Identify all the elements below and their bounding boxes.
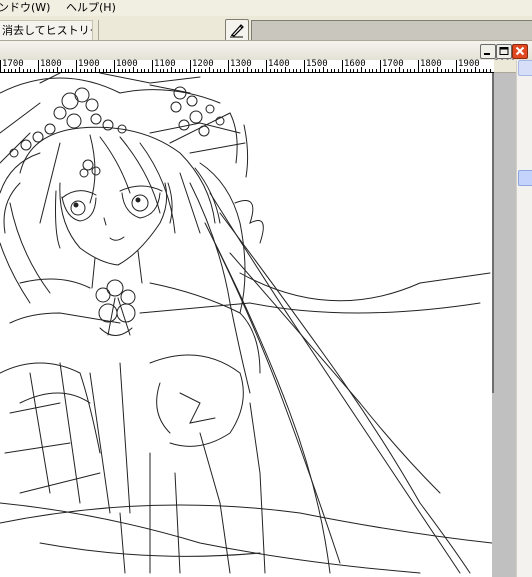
ruler-label: 1100 xyxy=(154,59,176,69)
vertical-scrollbar[interactable] xyxy=(516,60,532,577)
close-icon xyxy=(515,46,525,56)
menu-bar: ンドウ(W) ヘルプ(H) xyxy=(0,0,532,16)
ruler-label: 1600 xyxy=(344,59,366,69)
headdress-sketch xyxy=(0,73,249,178)
erase-record-history-button[interactable]: 消去してヒストリーに記録 xyxy=(0,20,93,42)
ruler-label: 1900 xyxy=(78,59,100,69)
toolbar-separator xyxy=(98,20,99,40)
maximize-icon xyxy=(499,47,509,55)
minimize-icon xyxy=(484,53,490,55)
brush-size-field[interactable] xyxy=(251,20,532,41)
ruler-label: 1400 xyxy=(268,59,290,69)
canvas-shadow xyxy=(492,73,494,393)
ruler-label: 1700 xyxy=(382,59,404,69)
ruler-label: 1500 xyxy=(306,59,328,69)
close-button[interactable] xyxy=(512,44,528,59)
ruler-label: 1900 xyxy=(458,59,480,69)
drawing-canvas[interactable] xyxy=(0,73,492,577)
ruler-label: 1700 xyxy=(2,59,24,69)
minimize-button[interactable] xyxy=(480,44,496,59)
menu-window[interactable]: ンドウ(W) xyxy=(0,0,50,16)
pen-tool-button[interactable] xyxy=(225,19,249,42)
body-sketch xyxy=(0,278,492,574)
maximize-button[interactable] xyxy=(496,44,512,59)
ruler-label: 1200 xyxy=(192,59,214,69)
ruler-corner xyxy=(494,60,516,73)
hair-sketch xyxy=(0,126,491,574)
ruler-label: 1000 xyxy=(116,59,138,69)
ruler-label: 1300 xyxy=(230,59,252,69)
ruler-label: 1800 xyxy=(420,59,442,69)
ruler-label: 1800 xyxy=(40,59,62,69)
document-title-bar xyxy=(0,40,532,61)
horizontal-ruler: 1700 1800 1900 1000 1100 1200 1300 1400 … xyxy=(0,59,516,73)
scroll-thumb[interactable] xyxy=(518,170,532,186)
scroll-up-button[interactable] xyxy=(518,60,532,76)
canvas-outside-area xyxy=(492,73,516,577)
menu-help[interactable]: ヘルプ(H) xyxy=(66,0,116,16)
pen-nib-icon xyxy=(230,24,244,38)
sketch-artwork xyxy=(0,73,492,574)
